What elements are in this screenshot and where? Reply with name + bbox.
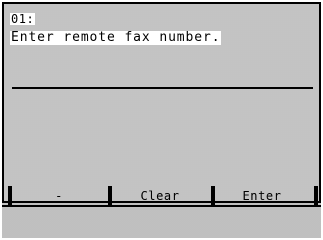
fax-device: 01: Enter remote fax number. - Clear Ent… bbox=[2, 2, 321, 238]
lower-panel bbox=[2, 205, 321, 238]
prompt-text: Enter remote fax number. bbox=[10, 30, 222, 45]
softkey-divider bbox=[211, 186, 215, 206]
dash-softkey-button[interactable]: - bbox=[14, 186, 104, 206]
enter-softkey-button[interactable]: Enter bbox=[216, 186, 308, 206]
lcd-screen: 01: Enter remote fax number. - Clear Ent… bbox=[2, 2, 323, 206]
softkey-divider bbox=[108, 186, 112, 206]
softkey-divider bbox=[8, 186, 12, 206]
softkey-bar: - Clear Enter bbox=[4, 186, 323, 206]
entry-underline bbox=[12, 87, 313, 89]
screen-title: 01: bbox=[10, 12, 36, 26]
clear-softkey-button[interactable]: Clear bbox=[114, 186, 206, 206]
softkey-divider bbox=[314, 186, 318, 206]
